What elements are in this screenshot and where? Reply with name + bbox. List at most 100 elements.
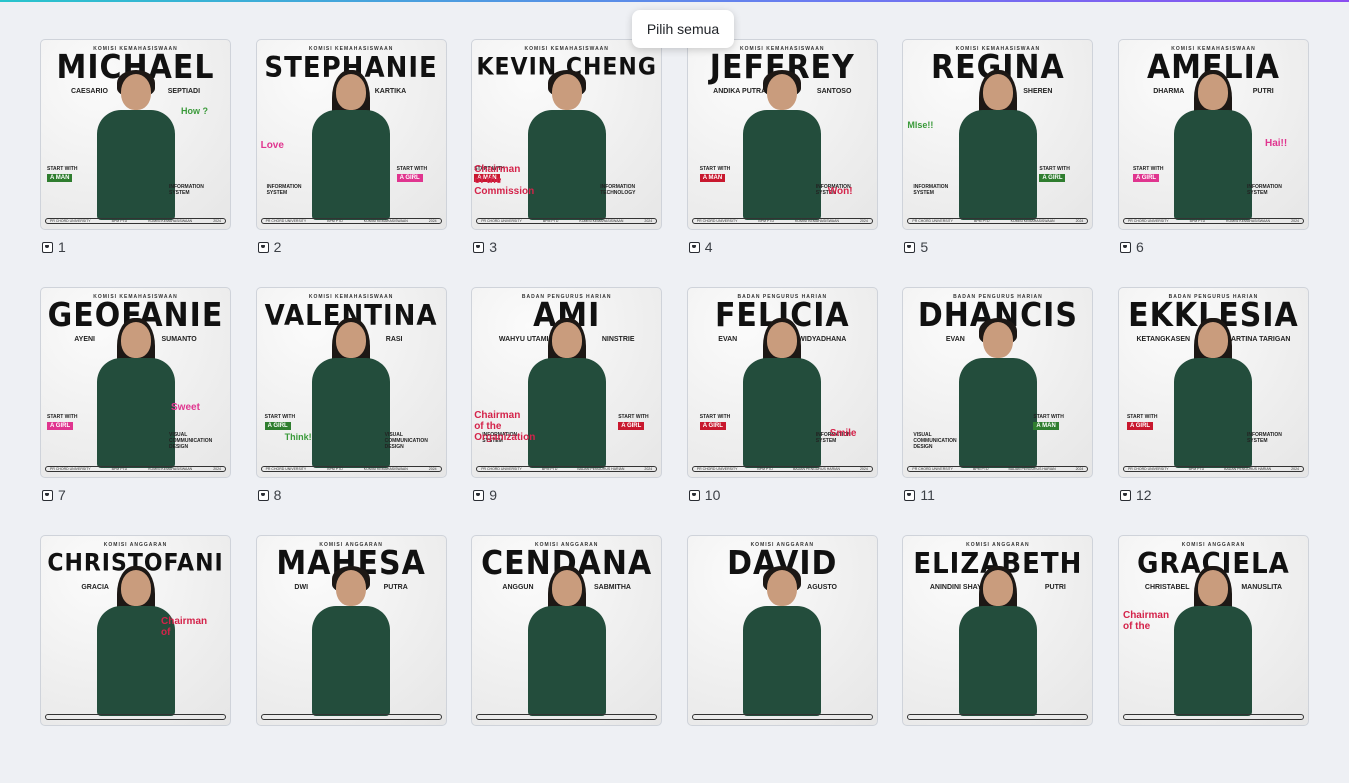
major-text: Visual Communication Design: [913, 432, 957, 450]
person-photo: [93, 70, 179, 220]
face: [767, 74, 798, 110]
major-text: Information Technology: [600, 184, 636, 196]
start-with-text: Start with: [47, 414, 78, 420]
page-card[interactable]: Komisi Kemahasiswaan REGINA Sheren Start wi…: [902, 39, 1094, 287]
page-checkbox-icon[interactable]: [257, 241, 269, 253]
green-shirt: [1174, 110, 1253, 220]
page-card[interactable]: Komisi Kemahasiswaan GEOFANIE Ayeni Sumanto…: [40, 287, 231, 535]
page-card[interactable]: Komisi Anggaran ELIZABETH Anindini Shayna P…: [902, 535, 1094, 783]
thumbnail-footer: [45, 714, 226, 720]
page-thumbnail[interactable]: Komisi Kemahasiswaan VALENTINA Rasi Start w…: [255, 287, 447, 478]
green-shirt: [743, 358, 822, 468]
page-card[interactable]: Komisi Anggaran GRACIELA Christabel Manusli…: [1117, 535, 1309, 783]
footer-text: PR CHORD UNIVERSITY: [696, 467, 738, 471]
page-card[interactable]: Komisi Anggaran CENDANA Anggun Sabmitha: [471, 535, 663, 783]
doodle-text: Chairman of the Organization: [474, 410, 536, 443]
person-photo: [1170, 70, 1256, 220]
page-thumbnail[interactable]: Badan Pengurus Harian AMI Wahyu Utami Ninst…: [471, 287, 663, 478]
footer-text: 2024: [1291, 219, 1299, 223]
page-thumbnail[interactable]: Komisi Kemahasiswaan MICHAEL Caesario Septi…: [40, 39, 231, 230]
footer-text: 2024: [1291, 467, 1299, 471]
start-with-text: Start with: [618, 414, 649, 420]
thumbnail-subname: Putri: [1044, 584, 1066, 591]
page-thumbnail[interactable]: Komisi Anggaran ELIZABETH Anindini Shayna P…: [902, 535, 1094, 726]
page-checkbox-icon[interactable]: [42, 489, 53, 501]
brush-tag: A Man: [1033, 422, 1059, 430]
page-thumbnail[interactable]: Komisi Anggaran MAHESA Dwi Putra: [255, 535, 447, 726]
footer-text: 2024: [213, 219, 221, 223]
top-accent-line: [0, 0, 1349, 2]
footer-text: 2024: [213, 467, 221, 471]
page-thumbnail[interactable]: Komisi Kemahasiswaan KEVIN CHENG Start wit…: [471, 39, 663, 230]
brush-tag: A Man: [47, 174, 73, 182]
page-thumbnail[interactable]: Badan Pengurus Harian EKKLESIA Ketangkasen…: [1117, 287, 1309, 478]
brush-tag: A Girl: [699, 422, 726, 430]
thumbnail-footer: [691, 714, 873, 720]
page-thumbnail[interactable]: Komisi Anggaran CHRISTOFANI Gracia Chairman…: [40, 535, 231, 726]
thumbnail-footer: PR CHORD UNIVERSITY BPM PTD BADAN PENGURUS…: [691, 466, 873, 472]
page-checkbox-icon[interactable]: [904, 489, 916, 501]
page-thumbnail[interactable]: Badan Pengurus Harian FELICIA Evan Widyadha…: [686, 287, 878, 478]
page-number: 1: [58, 239, 66, 255]
person-photo: [1170, 318, 1256, 468]
person-photo: [1170, 566, 1256, 716]
page-card[interactable]: Badan Pengurus Harian EKKLESIA Ketangkasen…: [1117, 287, 1309, 535]
doodle-text: Chairman of: [161, 616, 208, 638]
page-checkbox-icon[interactable]: [688, 241, 700, 253]
footer-text: BADAN PENGURUS HARIAN: [577, 467, 625, 471]
start-with-text: Start with: [699, 166, 731, 172]
page-checkbox-icon[interactable]: [42, 241, 53, 253]
page-thumbnail[interactable]: Komisi Anggaran CENDANA Anggun Sabmitha: [471, 535, 663, 726]
thumbnail-footer: [260, 714, 442, 720]
doodle-text: How ?: [181, 106, 208, 116]
page-thumbnail[interactable]: Komisi Kemahasiswaan REGINA Sheren Start wi…: [902, 39, 1094, 230]
page-card[interactable]: Badan Pengurus Harian DHANCIS Evan Start wi…: [902, 287, 1094, 535]
page-card[interactable]: Komisi Kemahasiswaan KEVIN CHENG Start wit…: [471, 39, 663, 287]
thumbnail-footer: PR CHORD UNIVERSITY BPM PTD KOMISI KEMAHAS…: [260, 218, 442, 224]
footer-text: BPM PTD: [973, 467, 989, 471]
page-checkbox-icon[interactable]: [473, 241, 485, 253]
page-caption: 4: [688, 239, 713, 255]
green-shirt: [312, 110, 391, 220]
face: [982, 322, 1013, 358]
green-shirt: [743, 110, 822, 220]
green-shirt: [1174, 358, 1253, 468]
page-checkbox-icon[interactable]: [904, 241, 916, 253]
page-thumbnail[interactable]: Komisi Anggaran DAVID Agusto: [686, 535, 878, 726]
major-text: Visual Communication Design: [169, 432, 213, 450]
page-card[interactable]: Komisi Anggaran CHRISTOFANI Gracia Chairman…: [40, 535, 231, 783]
page-number: 12: [1135, 487, 1152, 503]
footer-text: BPM PTD: [111, 219, 128, 223]
page-card[interactable]: Badan Pengurus Harian AMI Wahyu Utami Ninst…: [471, 287, 663, 535]
page-card[interactable]: Komisi Anggaran DAVID Agusto: [686, 535, 878, 783]
page-thumbnail[interactable]: Komisi Kemahasiswaan GEOFANIE Ayeni Sumanto…: [40, 287, 231, 478]
page-thumbnail[interactable]: Komisi Kemahasiswaan AMELIA Dharma Putri Sta…: [1117, 39, 1309, 230]
page-thumbnail[interactable]: Komisi Anggaran GRACIELA Christabel Manusli…: [1117, 535, 1309, 726]
doodle-text: Think!: [284, 432, 312, 442]
page-card[interactable]: Komisi Kemahasiswaan JEFFREY Andika Putra S…: [686, 39, 878, 287]
doodle-text: Sweet: [171, 402, 200, 413]
page-checkbox-icon[interactable]: [257, 489, 269, 501]
thumbnail-footer: PR CHORD UNIVERSITY BPM PTD KOMISI KEMAHAS…: [260, 466, 442, 472]
page-number: 7: [58, 487, 66, 503]
page-card[interactable]: Komisi Anggaran MAHESA Dwi Putra: [255, 535, 447, 783]
page-checkbox-icon[interactable]: [1119, 241, 1131, 253]
page-card[interactable]: Komisi Kemahasiswaan AMELIA Dharma Putri Sta…: [1117, 39, 1309, 287]
page-thumbnail[interactable]: Komisi Kemahasiswaan JEFFREY Andika Putra S…: [686, 39, 878, 230]
page-thumbnail[interactable]: Badan Pengurus Harian DHANCIS Evan Start wi…: [902, 287, 1094, 478]
green-shirt: [527, 358, 606, 468]
page-checkbox-icon[interactable]: [1119, 489, 1131, 501]
page-card[interactable]: Komisi Kemahasiswaan STEPHANIE Kartika Star…: [255, 39, 447, 287]
page-card[interactable]: Badan Pengurus Harian FELICIA Evan Widyadha…: [686, 287, 878, 535]
page-caption: 9: [473, 487, 497, 503]
footer-text: BPM PTD: [1189, 219, 1206, 223]
thumbnail-footer: PR CHORD UNIVERSITY BPM PTD BADAN PENGURUS…: [907, 466, 1089, 472]
doodle-text: Chairman of the Commission: [474, 164, 535, 197]
page-card[interactable]: Komisi Kemahasiswaan MICHAEL Caesario Septi…: [40, 39, 231, 287]
face: [982, 570, 1013, 606]
page-checkbox-icon[interactable]: [473, 489, 485, 501]
page-card[interactable]: Komisi Kemahasiswaan VALENTINA Rasi Start w…: [255, 287, 447, 535]
page-thumbnail[interactable]: Komisi Kemahasiswaan STEPHANIE Kartika Star…: [255, 39, 447, 230]
page-checkbox-icon[interactable]: [688, 489, 700, 501]
thumbnail-footer: PR CHORD UNIVERSITY BPM PTD KOMISI KEMAHAS…: [45, 466, 226, 472]
